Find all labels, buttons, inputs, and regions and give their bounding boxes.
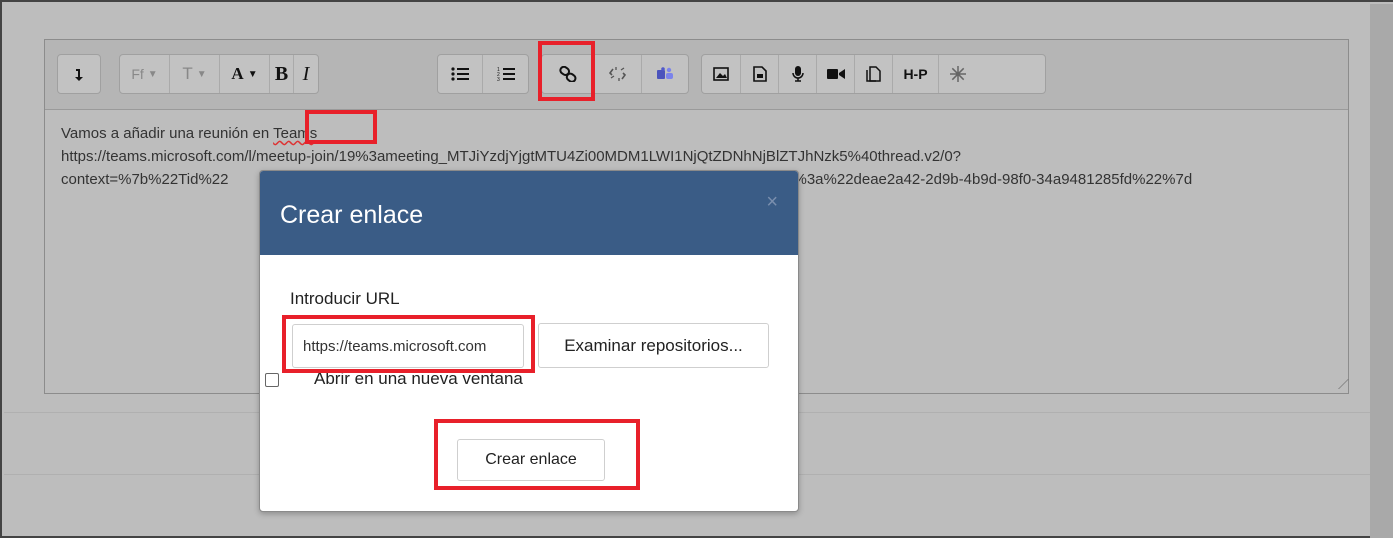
video-camera-icon	[826, 68, 845, 80]
teams-meeting-button[interactable]	[642, 55, 688, 93]
svg-text:3: 3	[497, 77, 500, 82]
resize-handle[interactable]	[1329, 379, 1349, 389]
teams-icon	[657, 67, 673, 81]
bullet-list-icon	[451, 67, 469, 81]
ordered-list-button[interactable]: 123	[483, 55, 528, 93]
toolbar-group-lists: 123	[437, 54, 529, 94]
close-icon[interactable]: ×	[766, 191, 778, 214]
media-file-icon	[752, 66, 767, 82]
unordered-list-button[interactable]	[438, 55, 483, 93]
italic-label: I	[302, 62, 310, 85]
highlight-url-input	[282, 315, 535, 373]
microphone-icon	[791, 66, 804, 82]
toolbar-group-style: Ff ▼ T ▼ A ▼ B I	[119, 54, 319, 94]
font-size-label: T	[182, 64, 193, 83]
h5p-button[interactable]: H-P	[893, 55, 939, 93]
snowflake-icon	[950, 66, 966, 82]
show-more-buttons[interactable]	[58, 55, 100, 93]
files-icon	[865, 66, 882, 82]
url-part-left: context=%7b%22Tid%22	[61, 171, 229, 188]
highlight-create-button	[434, 419, 640, 490]
url-label: Introducir URL	[290, 289, 400, 308]
unlink-button[interactable]	[594, 55, 642, 93]
content-line-1: Vamos a añadir una reunión en Teams	[61, 122, 1331, 145]
browse-repositories-button[interactable]: Examinar repositorios...	[538, 323, 769, 368]
collapse-icon	[73, 67, 85, 81]
highlight-selected-word	[305, 110, 377, 144]
manage-files-button[interactable]	[855, 55, 893, 93]
text-intro: Vamos a añadir una reunión en	[61, 125, 274, 142]
font-color-label: A	[231, 64, 244, 83]
dialog-header: Crear enlace ×	[260, 171, 798, 255]
editor-toolbar: Ff ▼ T ▼ A ▼ B I 1 2 3 H-P	[45, 40, 1348, 110]
insert-media-button[interactable]	[741, 55, 779, 93]
toolbar-group-toggle	[57, 54, 101, 94]
scrollbar-track[interactable]	[1370, 4, 1393, 538]
dialog-title: Crear enlace	[280, 201, 424, 229]
h5p-label: H-P	[903, 66, 928, 82]
insert-image-button[interactable]	[702, 55, 741, 93]
content-line-2: https://teams.microsoft.com/l/meetup-joi…	[61, 148, 962, 165]
toolbar-group-media: H-P	[701, 54, 1046, 94]
new-window-option: Abrir en una nueva ventana	[265, 369, 523, 388]
font-size-dropdown[interactable]: T ▼	[170, 55, 220, 93]
numbered-list-icon: 123	[497, 66, 515, 82]
accessibility-checker-button[interactable]	[939, 55, 977, 93]
image-icon	[713, 67, 729, 81]
chevron-down-icon: ▼	[196, 68, 207, 80]
font-color-dropdown[interactable]: A ▼	[220, 55, 270, 93]
highlight-link-button	[538, 41, 595, 101]
new-window-checkbox[interactable]	[265, 373, 279, 387]
font-family-label: Ff	[131, 66, 144, 82]
bold-button[interactable]: B	[270, 55, 294, 93]
url-part-right: %22%3a%22deae2a42-2d9b-4b9d-98f0-34a9481…	[763, 171, 1193, 188]
italic-button[interactable]: I	[294, 55, 318, 93]
chevron-down-icon: ▼	[247, 68, 258, 80]
unlink-icon	[608, 66, 627, 82]
record-video-button[interactable]	[817, 55, 855, 93]
chevron-down-icon: ▼	[147, 68, 158, 80]
font-family-dropdown[interactable]: Ff ▼	[120, 55, 170, 93]
record-audio-button[interactable]	[779, 55, 817, 93]
bold-label: B	[274, 62, 289, 85]
